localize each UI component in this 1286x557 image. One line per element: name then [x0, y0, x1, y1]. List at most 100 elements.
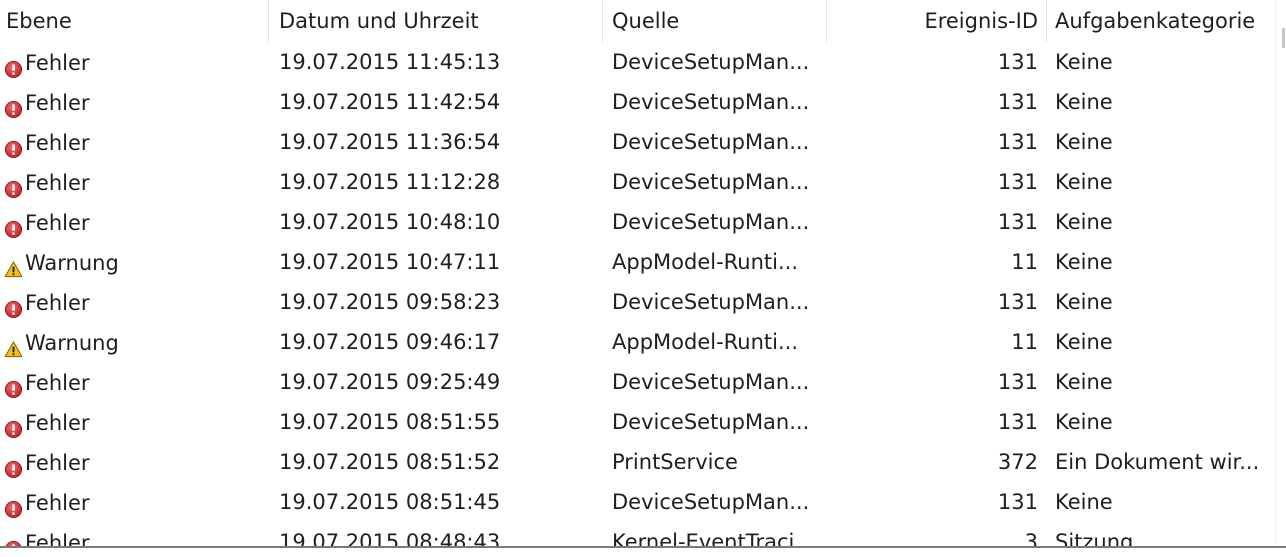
error-icon [4, 52, 23, 78]
cell-event-id: 131 [997, 290, 1038, 314]
table-row[interactable]: Fehler 19.07.2015 11:12:28 DeviceSetupMan.… [0, 162, 1276, 202]
column-divider[interactable] [268, 0, 269, 42]
level-text: Fehler [25, 291, 90, 315]
level-text: Warnung [25, 251, 119, 275]
cell-event-id: 131 [997, 410, 1038, 434]
cell-level: Warnung [4, 242, 266, 282]
table-row[interactable]: Fehler 19.07.2015 10:48:10 DeviceSetupMan.… [0, 202, 1276, 242]
cell-category: Keine [1055, 210, 1113, 234]
table-row[interactable]: Warnung 19.07.2015 09:46:17 AppModel-Runti… [0, 322, 1276, 362]
cell-source: DeviceSetupMan... [612, 410, 810, 434]
table-row[interactable]: Fehler 19.07.2015 11:42:54 DeviceSetupMan.… [0, 82, 1276, 122]
cell-level: Fehler [4, 482, 266, 522]
cell-source: Kernel-EventTraci... [612, 530, 815, 548]
cell-category: Keine [1055, 90, 1113, 114]
column-header-datetime[interactable]: Datum und Uhrzeit [279, 0, 599, 42]
error-icon [4, 172, 23, 198]
cell-datetime: 19.07.2015 08:51:45 [279, 490, 501, 514]
cell-event-id: 131 [997, 170, 1038, 194]
cell-source: DeviceSetupMan... [612, 210, 810, 234]
error-icon [4, 372, 23, 398]
table-row[interactable]: Fehler 19.07.2015 09:58:23 DeviceSetupMan.… [0, 282, 1276, 322]
cell-event-id: 131 [997, 210, 1038, 234]
cell-level: Fehler [4, 82, 266, 122]
table-row[interactable]: Warnung 19.07.2015 10:47:11 AppModel-Runti… [0, 242, 1276, 282]
column-header-event-id[interactable]: Ereignis-ID [880, 0, 1038, 42]
cell-category: Keine [1055, 490, 1113, 514]
cell-event-id: 131 [997, 50, 1038, 74]
cell-datetime: 19.07.2015 09:46:17 [279, 330, 501, 354]
error-icon [4, 92, 23, 118]
cell-category: Keine [1055, 130, 1113, 154]
cell-datetime: 19.07.2015 11:12:28 [279, 170, 501, 194]
cell-level: Fehler [4, 402, 266, 442]
column-divider[interactable] [826, 0, 827, 42]
cell-source: DeviceSetupMan... [612, 50, 810, 74]
cell-category: Keine [1055, 250, 1113, 274]
cell-category: Ein Dokument wir... [1055, 450, 1260, 474]
cell-level: Warnung [4, 322, 266, 362]
cell-datetime: 19.07.2015 11:42:54 [279, 90, 501, 114]
cell-event-id: 131 [997, 490, 1038, 514]
cell-source: DeviceSetupMan... [612, 370, 810, 394]
cell-event-id: 3 [1024, 530, 1038, 548]
level-text: Warnung [25, 331, 119, 355]
column-header-category[interactable]: Aufgabenkategorie [1055, 0, 1276, 42]
cell-category: Sitzung [1055, 530, 1134, 548]
cell-event-id: 372 [997, 450, 1038, 474]
level-text: Fehler [25, 131, 90, 155]
cell-event-id: 11 [1011, 250, 1038, 274]
column-header-level[interactable]: Ebene [6, 0, 266, 42]
column-divider[interactable] [602, 0, 603, 42]
table-row[interactable]: Fehler 19.07.2015 11:45:13 DeviceSetupMan.… [0, 42, 1276, 82]
cell-category: Keine [1055, 290, 1113, 314]
cell-datetime: 19.07.2015 10:48:10 [279, 210, 501, 234]
cell-event-id: 131 [997, 130, 1038, 154]
table-row[interactable]: Fehler 19.07.2015 11:36:54 DeviceSetupMan.… [0, 122, 1276, 162]
scrollbar-thumb[interactable] [1282, 28, 1285, 48]
column-divider[interactable] [1046, 0, 1047, 42]
error-icon [4, 412, 23, 438]
event-list-grid: Ebene Datum und Uhrzeit Quelle Ereignis-… [0, 0, 1276, 548]
cell-level: Fehler [4, 42, 266, 82]
cell-source: DeviceSetupMan... [612, 170, 810, 194]
level-text: Fehler [25, 451, 90, 475]
cell-category: Keine [1055, 370, 1113, 394]
table-row[interactable]: Fehler 19.07.2015 09:25:49 DeviceSetupMan.… [0, 362, 1276, 402]
level-text: Fehler [25, 91, 90, 115]
warning-icon [4, 252, 23, 277]
cell-source: DeviceSetupMan... [612, 290, 810, 314]
cell-category: Keine [1055, 330, 1113, 354]
pane-bottom-edge [0, 546, 1286, 557]
cell-datetime: 19.07.2015 08:48:43 [279, 530, 501, 548]
table-row[interactable]: Fehler 19.07.2015 08:51:52 PrintService 372… [0, 442, 1276, 482]
cell-datetime: 19.07.2015 09:25:49 [279, 370, 501, 394]
cell-datetime: 19.07.2015 11:45:13 [279, 50, 501, 74]
cell-event-id: 11 [1011, 330, 1038, 354]
table-row[interactable]: Fehler 19.07.2015 08:48:43 Kernel-EventTra… [0, 522, 1276, 548]
cell-level: Fehler [4, 202, 266, 242]
level-text: Fehler [25, 211, 90, 235]
cell-level: Fehler [4, 162, 266, 202]
cell-category: Keine [1055, 50, 1113, 74]
cell-event-id: 131 [997, 90, 1038, 114]
column-header-source[interactable]: Quelle [612, 0, 812, 42]
error-icon [4, 292, 23, 318]
cell-level: Fehler [4, 282, 266, 322]
table-row[interactable]: Fehler 19.07.2015 08:51:55 DeviceSetupMan.… [0, 402, 1276, 442]
error-icon [4, 492, 23, 518]
cell-source: DeviceSetupMan... [612, 90, 810, 114]
cell-source: AppModel-Runti... [612, 250, 799, 274]
cell-source: DeviceSetupMan... [612, 490, 810, 514]
cell-datetime: 19.07.2015 08:51:52 [279, 450, 501, 474]
cell-datetime: 19.07.2015 08:51:55 [279, 410, 501, 434]
column-header-row: Ebene Datum und Uhrzeit Quelle Ereignis-… [0, 0, 1276, 42]
vertical-scrollbar[interactable] [1275, 0, 1286, 548]
table-row[interactable]: Fehler 19.07.2015 08:51:45 DeviceSetupMan.… [0, 482, 1276, 522]
cell-datetime: 19.07.2015 10:47:11 [279, 250, 501, 274]
cell-category: Keine [1055, 410, 1113, 434]
cell-level: Fehler [4, 362, 266, 402]
cell-category: Keine [1055, 170, 1113, 194]
error-icon [4, 132, 23, 158]
cell-level: Fehler [4, 522, 266, 548]
